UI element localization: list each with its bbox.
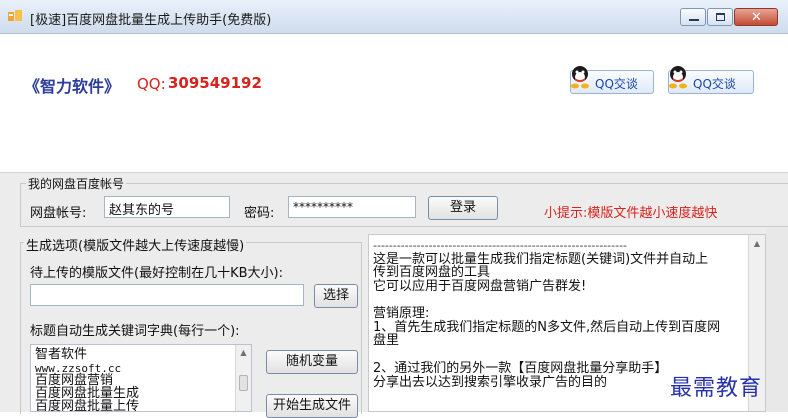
start-generate-button[interactable]: 开始生成文件 [266, 394, 358, 418]
qq-chat-button-2[interactable]: QQ交谈 [668, 66, 754, 94]
account-group-label: 我的网盘百度帐号 [26, 175, 127, 192]
info-line: 1、首先生成我们指定标题的N多文件,然后自动上传到百度网 [373, 320, 721, 335]
login-button[interactable]: 登录 [428, 196, 498, 220]
template-file-input[interactable] [30, 284, 304, 306]
qq-penguin-icon [667, 65, 689, 89]
info-line: 它可以应用于百度网盘营销广告群发! [373, 279, 587, 294]
random-variable-button[interactable]: 随机变量 [266, 350, 358, 374]
right-margin [766, 228, 788, 412]
minimize-button[interactable] [680, 8, 706, 26]
close-icon: ✕ [751, 10, 762, 25]
browse-button[interactable]: 选择 [314, 284, 358, 308]
username-label: 网盘帐号: [30, 206, 87, 221]
window-title: [极速]百度网盘批量生成上传助手(免费版) [30, 13, 272, 28]
username-value: 赵其东的号 [109, 203, 175, 218]
qq-number: 309549192 [168, 74, 262, 92]
info-line: 盘里 [373, 333, 400, 348]
password-value: ********** [293, 200, 353, 214]
watermark-text: 最需教育 [670, 376, 763, 401]
scroll-up-arrow-icon[interactable]: ▲ [749, 239, 765, 248]
password-input[interactable]: ********** [288, 196, 416, 218]
keywords-scrollbar[interactable]: ▲ [235, 345, 251, 411]
qq-penguin-icon [569, 65, 591, 89]
info-line: ----------------------------------------… [373, 239, 628, 252]
keyword-line: 百度网盘批量上传 [35, 399, 140, 412]
minimize-icon [689, 19, 699, 21]
title-bar: [极速]百度网盘批量生成上传助手(免费版) ✕ [0, 0, 788, 34]
qq-chat-button-1[interactable]: QQ交谈 [570, 66, 654, 94]
password-label: 密码: [244, 206, 275, 221]
app-icon [8, 10, 22, 22]
info-line: 传到百度网盘的工具 [373, 265, 491, 280]
maximize-icon [716, 13, 725, 21]
speed-hint: 小提示:模版文件越小速度越快 [544, 206, 718, 221]
keywords-textarea[interactable]: 智者软件 www.zzsoft.cc 百度网盘营销 百度网盘批量生成 百度网盘批… [30, 344, 252, 412]
username-input[interactable]: 赵其东的号 [104, 196, 230, 218]
qq-chat-label: QQ交谈 [693, 77, 736, 91]
info-line: 营销原理: [373, 306, 430, 321]
maximize-button[interactable] [707, 8, 733, 26]
options-group-label: 生成选项(模版文件越大上传速度越慢) [24, 235, 247, 254]
brand-name: 《智力软件》 [24, 77, 121, 96]
qq-chat-label: QQ交谈 [595, 77, 638, 91]
scroll-up-arrow-icon[interactable]: ▲ [236, 348, 251, 357]
qq-label: QQ: [137, 75, 166, 93]
scroll-thumb[interactable] [239, 375, 248, 391]
info-line: 分享出去以达到搜索引擎收录广告的目的 [373, 375, 608, 390]
keywords-label: 标题自动生成关键词字典(每行一个): [30, 324, 240, 339]
close-button[interactable]: ✕ [734, 8, 778, 26]
info-line: 2、通过我们的另外一款【百度网盘批量分享助手】 [373, 361, 668, 376]
header [0, 34, 788, 172]
template-file-label: 待上传的模版文件(最好控制在几十KB大小): [30, 266, 283, 281]
keyword-line: 智者软件 [35, 347, 88, 362]
